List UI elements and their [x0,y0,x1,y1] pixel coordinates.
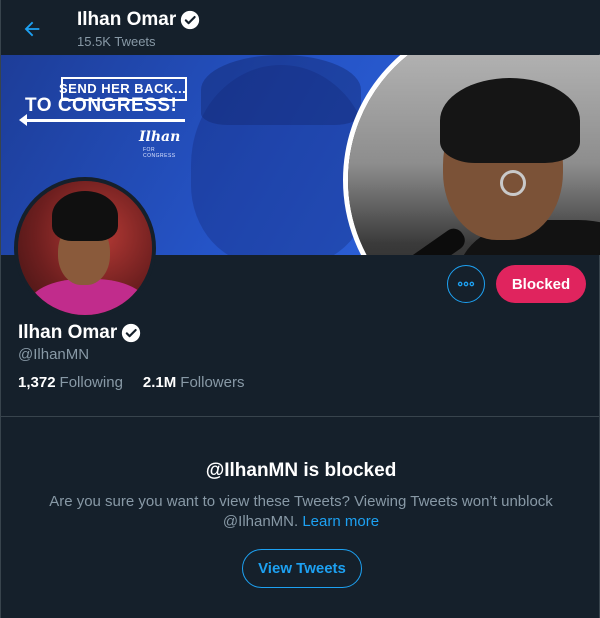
following-link[interactable]: 1,372 Following [18,374,123,391]
followers-link[interactable]: 2.1M Followers [143,374,245,391]
verified-badge-icon [180,10,200,30]
sign-script: Ilhan [139,129,181,145]
more-horizontal-icon [457,281,475,287]
profile-name-text: Ilhan Omar [18,322,118,343]
banner-photo-headwrap [440,78,580,163]
profile-page: Ilhan Omar 15.5K Tweets SEND HER BACK...… [0,0,600,618]
profile-stats: 1,372 Following 2.1M Followers [18,374,244,391]
banner-photo [343,55,600,255]
sign-line1: SEND HER BACK... [59,81,187,96]
followers-label: Followers [180,374,245,391]
tweet-count: 15.5K Tweets [77,34,156,49]
banner-photo-earring [500,170,526,196]
avatar-headwrap [52,191,118,241]
sign-underline [23,119,185,122]
more-options-button[interactable] [447,265,485,303]
arrow-left-icon [24,21,40,37]
blocked-title: @IlhanMN is blocked [205,460,397,481]
section-divider [1,416,600,417]
page-header: Ilhan Omar 15.5K Tweets [1,0,600,54]
sign-sub: FOR CONGRESS [143,147,176,159]
view-tweets-button[interactable]: View Tweets [242,549,362,588]
following-label: Following [59,374,123,391]
followers-count: 2.1M [142,374,177,391]
following-count: 1,372 [18,374,56,391]
avatar-coat [28,279,148,315]
avatar[interactable] [14,177,156,319]
header-name-text: Ilhan Omar [77,9,177,30]
profile-name: Ilhan Omar [18,321,141,345]
header-name: Ilhan Omar [77,9,200,31]
learn-more-link[interactable]: Learn more [302,513,379,530]
verified-badge-icon [121,323,141,343]
blocked-button[interactable]: Blocked [496,265,586,303]
back-button[interactable] [15,12,49,46]
profile-handle: @IlhanMN [18,346,90,363]
sign-line2: TO CONGRESS! [25,95,178,116]
blocked-message: Are you sure you want to view these Twee… [41,492,561,532]
blocked-message-text: Are you sure you want to view these Twee… [49,493,553,530]
